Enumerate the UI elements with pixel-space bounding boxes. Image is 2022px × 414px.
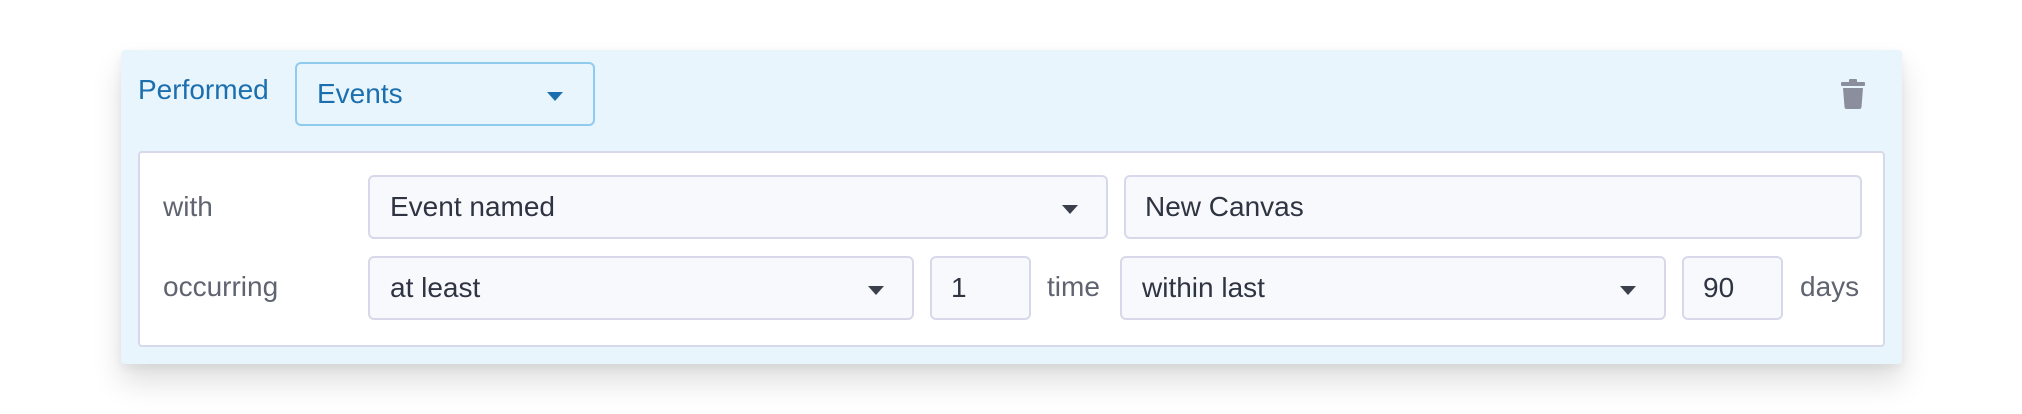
trash-icon[interactable] — [1840, 79, 1866, 109]
frequency-value: at least — [390, 272, 481, 303]
chevron-down-icon — [547, 92, 563, 101]
days-unit-label: days — [1800, 271, 1860, 302]
window-value: within last — [1142, 272, 1265, 303]
days-input[interactable]: 90 — [1682, 256, 1783, 320]
chevron-down-icon — [868, 286, 884, 295]
window-select[interactable]: within last — [1120, 256, 1666, 320]
time-unit-label: time — [1047, 271, 1100, 302]
with-label: with — [163, 191, 213, 222]
event-name-value: New Canvas — [1145, 191, 1304, 222]
condition-value: Event named — [390, 191, 555, 222]
performed-label: Performed — [138, 74, 269, 105]
frequency-select[interactable]: at least — [368, 256, 914, 320]
condition-select[interactable]: Event named — [368, 175, 1108, 239]
filter-conditions-panel: with Event named New Canvas occurring at… — [138, 151, 1885, 347]
occurring-label: occurring — [163, 271, 279, 302]
event-name-input[interactable]: New Canvas — [1124, 175, 1862, 239]
count-value: 1 — [951, 272, 967, 303]
chevron-down-icon — [1062, 205, 1078, 214]
count-input[interactable]: 1 — [930, 256, 1031, 320]
filter-type-select[interactable]: Events — [295, 62, 595, 126]
event-filter-card: Performed Events with Event named New Ca… — [121, 50, 1902, 364]
days-value: 90 — [1703, 272, 1735, 303]
chevron-down-icon — [1620, 286, 1636, 295]
filter-type-value: Events — [317, 78, 403, 109]
